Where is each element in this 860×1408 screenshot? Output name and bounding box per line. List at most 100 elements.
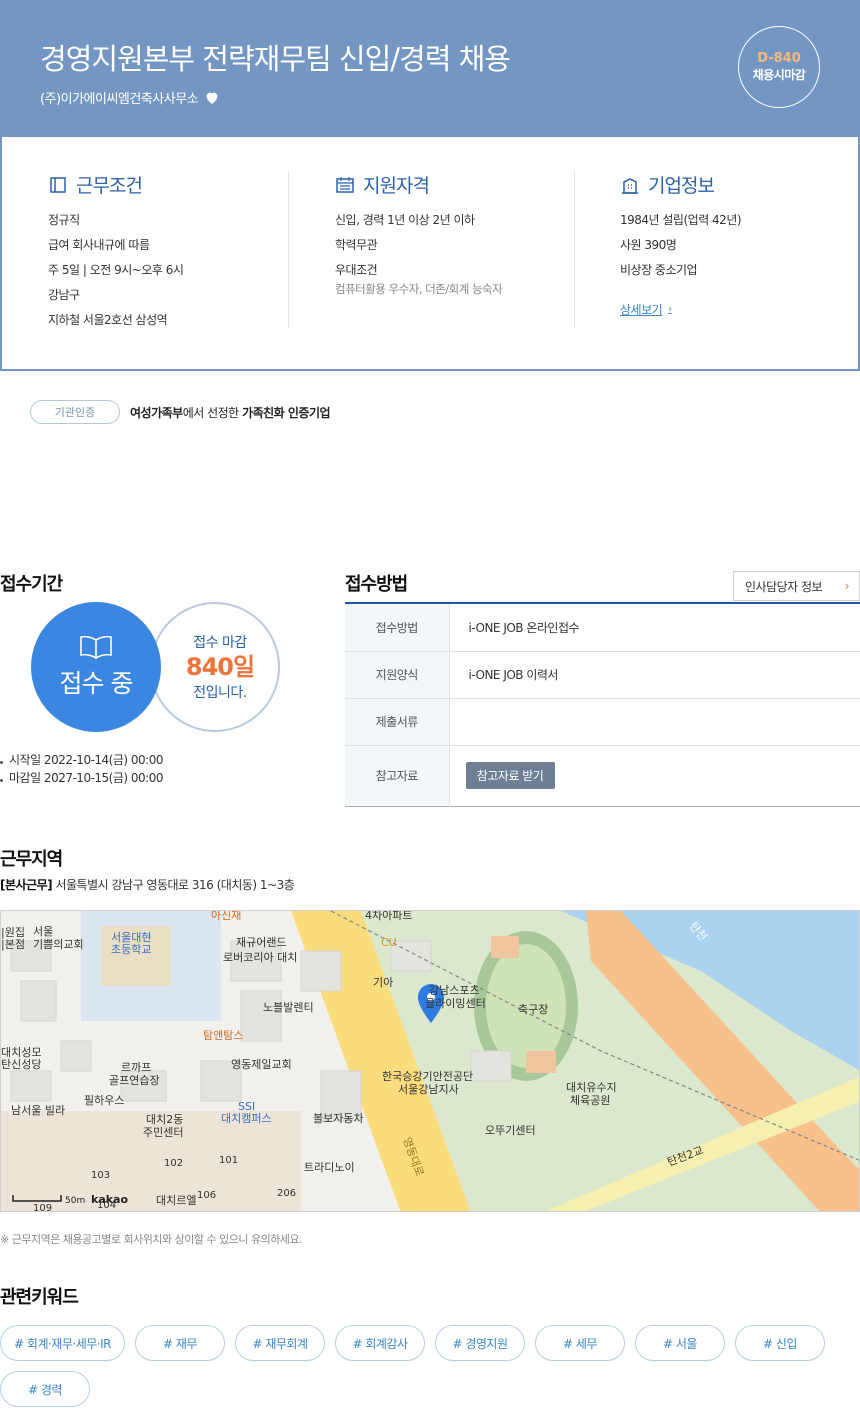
company-line-2: 비상장 중소기업 [620, 263, 698, 277]
method-label-0: 접수방법 [345, 603, 450, 652]
certification-row: 기관인증 여성가족부에서 선정한 가족친화 인증기업 [30, 400, 331, 424]
svg-text:체육공원: 체육공원 [570, 1094, 610, 1107]
location-title: 근무지역 [0, 849, 63, 870]
company-line-1: 사원 390명 [620, 238, 677, 252]
svg-text:101: 101 [219, 1155, 238, 1166]
method-title: 접수방법 [345, 574, 408, 595]
svg-text:CU: CU [381, 936, 397, 949]
svg-text:서울강남지사: 서울강남지사 [398, 1083, 459, 1096]
job-header: 경영지원본부 전략재무팀 신입/경력 채용 (주)이가에이씨엠건축사사무소 D-… [0, 0, 860, 137]
svg-text:|본점: |본점 [1, 938, 25, 951]
company-name-link[interactable]: (주)이가에이씨엠건축사사무소 [40, 88, 199, 107]
svg-text:한국승강기안전공단: 한국승강기안전공단 [382, 1070, 473, 1083]
method-value-3: 참고자료 받기 [449, 745, 860, 806]
dday-badge: D-840 채용시마감 [738, 26, 820, 108]
svg-text:106: 106 [197, 1190, 216, 1201]
certification-pill: 기관인증 [30, 400, 120, 424]
keyword-tag[interactable]: # 회계·재무·세무·IR [0, 1325, 125, 1361]
status-text: 접수 중 [59, 669, 134, 698]
work-line-4: 지하철 서울2호선 삼성역 [48, 313, 168, 327]
company-detail-link[interactable]: 상세보기 › [620, 301, 672, 318]
map-canvas[interactable]: 서울대현 초등학교 서울기쁨의교회 대치성모탄신성당 영동제일교회 재규어랜드로… [1, 911, 860, 1212]
job-title: 경영지원본부 전략재무팀 신입/경력 채용 [40, 42, 511, 76]
hr-contact-button[interactable]: 인사담당자 정보 › [733, 571, 860, 601]
end-date: 마감일 2027-10-15(금) 00:00 [0, 768, 163, 786]
heart-icon[interactable] [204, 90, 220, 106]
method-label-3: 참고자료 [345, 745, 450, 806]
svg-text:기아: 기아 [373, 976, 393, 989]
svg-text:4차아파트: 4차아파트 [365, 911, 412, 922]
work-line-1: 급여 회사내규에 따름 [48, 238, 150, 252]
chevron-right-icon: › [668, 304, 672, 315]
location-map[interactable]: 서울대현 초등학교 서울 기쁨의교회 대치성모 탄신성당 영동제일교회 재규어랜드 로… [0, 910, 860, 1212]
svg-text:대치2동: 대치2동 [146, 1113, 183, 1126]
svg-text:축구장: 축구장 [518, 1003, 548, 1016]
svg-text:206: 206 [277, 1188, 296, 1199]
work-address: [본사근무] 서울특별시 강남구 영동대로 316 (대치동) 1~3층 [0, 878, 295, 892]
qualification-column: 지원자격 신입, 경력 1년 이상 2년 이하 학력무관 우대조건 컴퓨터활용 … [288, 171, 574, 329]
keyword-tag[interactable]: # 신입 [735, 1325, 825, 1361]
svg-text:노블발렌티: 노블발렌티 [263, 1001, 314, 1014]
deadline-prefix: 접수 마감 [193, 635, 247, 651]
keyword-tag[interactable]: # 회계감사 [335, 1325, 425, 1361]
work-line-2: 주 5일 | 오전 9시~오후 6시 [48, 263, 184, 277]
svg-text:재규어랜드: 재규어랜드 [236, 936, 287, 949]
method-value-0: i-ONE JOB 온라인접수 [449, 603, 860, 652]
book-icon [80, 635, 112, 660]
svg-text:주민센터: 주민센터 [143, 1126, 183, 1139]
svg-text:로버코리아 대치: 로버코리아 대치 [223, 951, 297, 964]
svg-text:50m: 50m [65, 1196, 85, 1206]
keyword-tag[interactable]: # 경력 [0, 1371, 90, 1407]
svg-text:골프연습장: 골프연습장 [109, 1074, 160, 1087]
svg-text:서울: 서울 [33, 925, 53, 938]
svg-text:영동제일교회: 영동제일교회 [231, 1057, 292, 1071]
svg-text:대치르엘: 대치르엘 [156, 1194, 196, 1207]
svg-text:트라디노이: 트라디노이 [304, 1161, 355, 1174]
method-table: 접수방법 i-ONE JOB 온라인접수 지원양식 i-ONE JOB 이력서 … [345, 602, 860, 807]
table-row: 제출서류 [345, 698, 860, 746]
keyword-tag[interactable]: # 서울 [635, 1325, 725, 1361]
work-conditions-heading: 근무조건 [48, 171, 288, 198]
svg-text:탐앤탐스: 탐앤탐스 [203, 1029, 243, 1042]
period-dates: 시작일 2022-10-14(금) 00:00 마감일 2027-10-15(금… [0, 750, 163, 786]
svg-text:르까프: 르까프 [121, 1061, 151, 1074]
keywords-title: 관련키워드 [0, 1287, 79, 1308]
method-label-1: 지원양식 [345, 651, 450, 699]
svg-text:아신재: 아신재 [211, 911, 241, 922]
svg-text:kakao: kakao [91, 1193, 128, 1206]
table-row: 접수방법 i-ONE JOB 온라인접수 [345, 603, 860, 652]
qualification-heading: 지원자격 [335, 171, 574, 198]
svg-text:필하우스: 필하우스 [84, 1093, 124, 1107]
method-value-2 [449, 698, 860, 746]
work-line-0: 정규직 [48, 213, 80, 227]
download-reference-button[interactable]: 참고자료 받기 [465, 762, 555, 789]
dday-count: D-840 [757, 51, 801, 66]
preferred-conditions: 컴퓨터활용 우수자, 더존/회계 능숙자 [335, 282, 503, 296]
table-row: 참고자료 참고자료 받기 [345, 745, 860, 806]
svg-text:탄신성당: 탄신성당 [1, 1058, 41, 1071]
start-date: 시작일 2022-10-14(금) 00:00 [0, 750, 163, 768]
period-title: 접수기간 [0, 574, 63, 595]
building-icon [622, 177, 638, 194]
work-conditions-column: 근무조건 정규직 급여 회사내규에 따름 주 5일 | 오전 9시~오후 6시 … [48, 171, 288, 329]
company-info-heading: 기업정보 [620, 171, 860, 198]
svg-text:볼보자동차: 볼보자동차 [313, 1112, 364, 1125]
deadline-suffix: 전입니다. [193, 685, 247, 701]
svg-text:102: 102 [164, 1158, 183, 1169]
dday-label: 채용시마감 [752, 68, 806, 82]
svg-text:기쁨의교회: 기쁨의교회 [33, 938, 84, 951]
svg-text:109: 109 [33, 1203, 52, 1212]
keyword-tag[interactable]: # 재무 [135, 1325, 225, 1361]
keyword-tag[interactable]: # 경영지원 [435, 1325, 525, 1361]
certification-text: 여성가족부에서 선정한 가족친화 인증기업 [130, 405, 331, 420]
svg-text:클라이밍센터: 클라이밍센터 [425, 997, 486, 1010]
svg-text:대치캠퍼스: 대치캠퍼스 [221, 1112, 272, 1125]
company-line-0: 1984년 설립(업력 42년) [620, 213, 742, 227]
qual-line-1: 학력무관 [335, 238, 378, 252]
keyword-tag[interactable]: # 재무회계 [235, 1325, 325, 1361]
keyword-tag[interactable]: # 세무 [535, 1325, 625, 1361]
company-info-column: 기업정보 1984년 설립(업력 42년) 사원 390명 비상장 중소기업 상… [574, 171, 860, 329]
calendar-icon [336, 176, 354, 193]
svg-text:강남스포츠: 강남스포츠 [429, 984, 480, 997]
svg-text:남서울 빌라: 남서울 빌라 [11, 1104, 65, 1117]
